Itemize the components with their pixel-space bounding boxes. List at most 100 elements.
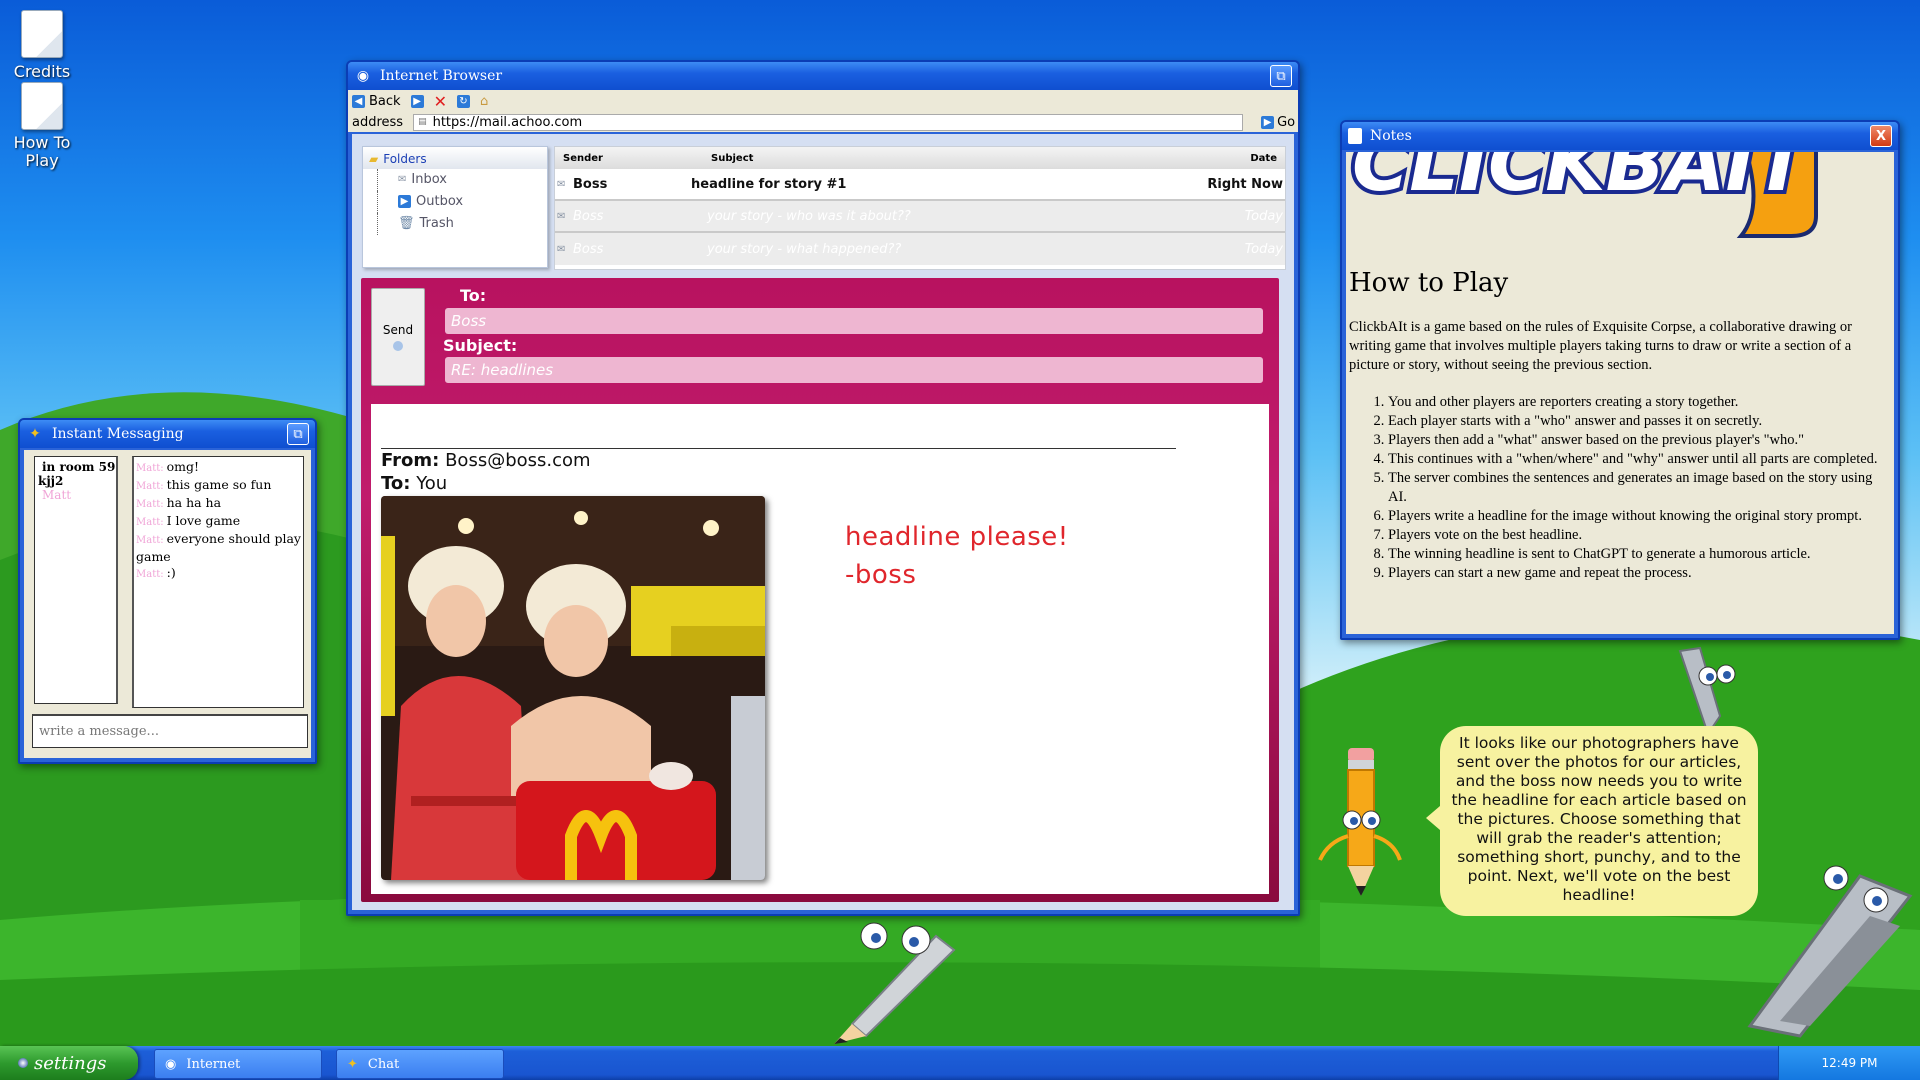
im-window: ✦ Instant Messaging ⧉ in room 59 kjj2 Ma…: [18, 418, 317, 764]
document-icon: [21, 82, 63, 130]
mail-row[interactable]: ✉ Boss headline for story #1 Right Now: [555, 169, 1285, 201]
home-button[interactable]: ⌂: [480, 94, 488, 109]
browser-toolbar: ◀ Back ▶ ✕ ↻ ⌂: [348, 90, 1298, 112]
from-label: From:: [381, 450, 440, 471]
go-label: Go: [1277, 114, 1296, 130]
mail-row[interactable]: ✉ Boss your story - what happened?? Toda…: [555, 233, 1285, 265]
folder-label: Trash: [419, 216, 454, 231]
to-line-value: You: [416, 473, 448, 494]
notes-window: Notes X CLICKBAIT How to Play ClickbAIt …: [1340, 120, 1900, 640]
chat-nick: Matt:: [136, 499, 164, 510]
message-input[interactable]: write a message...: [32, 714, 308, 748]
desktop-icon-label: Credits: [13, 62, 71, 81]
clickbait-logo: CLICKBAIT: [1346, 152, 1894, 244]
chat-nick: Matt:: [136, 517, 164, 528]
reply-divider: [381, 448, 1176, 449]
stapler-mascot-bottom: [1747, 865, 1913, 1038]
rule-item: The server combines the sentences and ge…: [1388, 469, 1888, 507]
assistant-speech-bubble: It looks like our photographers have sen…: [1426, 726, 1758, 916]
rule-item: This continues with a "when/where" and "…: [1388, 450, 1888, 469]
folder-outbox[interactable]: ▶ Outbox: [377, 191, 547, 213]
start-button[interactable]: settings: [0, 1046, 138, 1080]
notes-intro: ClickbAIt is a game based on the rules o…: [1349, 319, 1852, 373]
room-roster: in room 59 kjj2 Matt: [34, 456, 118, 704]
mail-date: Right Now: [1207, 176, 1283, 192]
notepad-icon: [1348, 128, 1362, 144]
chat-nick: Matt:: [136, 569, 164, 580]
stop-icon: ✕: [433, 91, 447, 111]
go-arrow-icon: ▶: [1261, 115, 1275, 129]
mail-row[interactable]: ✉ Boss your story - who was it about?? T…: [555, 201, 1285, 233]
handwritten-note-line: headline please!: [845, 522, 1069, 552]
desktop-icon-label: How To Play: [13, 133, 71, 170]
subject-field[interactable]: RE: headlines: [445, 357, 1263, 383]
system-tray: 12:49 PM: [1778, 1046, 1920, 1080]
taskbar-chat[interactable]: ✦ Chat: [336, 1049, 504, 1079]
send-button[interactable]: Send: [371, 288, 425, 386]
im-body: in room 59 kjj2 Matt Matt: omg! Matt: this…: [24, 450, 311, 758]
column-subject[interactable]: Subject: [711, 153, 753, 164]
roster-user[interactable]: Matt: [38, 488, 116, 502]
message-body[interactable]: From: Boss@boss.com To: You headline ple…: [371, 404, 1269, 894]
stop-button[interactable]: ✕: [434, 92, 447, 111]
forward-button[interactable]: ▶: [410, 94, 424, 108]
clock[interactable]: 12:49 PM: [1822, 1056, 1878, 1070]
to-label: To:: [460, 286, 487, 305]
column-date[interactable]: Date: [1250, 153, 1277, 164]
close-label: X: [1875, 128, 1887, 144]
mail-list: Sender Subject Date ✉ Boss headline for …: [554, 146, 1286, 270]
address-input[interactable]: ▤ https://mail.achoo.com: [413, 113, 1244, 131]
close-button[interactable]: X: [1870, 125, 1892, 147]
chat-nick: Matt:: [136, 463, 164, 474]
folder-inbox[interactable]: ✉ Inbox: [377, 169, 547, 191]
loading-icon: [393, 341, 403, 351]
maximize-button[interactable]: ⧉: [287, 423, 309, 445]
to-field[interactable]: Boss: [445, 308, 1263, 334]
maximize-button[interactable]: ⧉: [1270, 65, 1292, 87]
room-label: in room 59: [42, 460, 116, 474]
trash-icon: 🗑: [398, 216, 415, 231]
mail-list-header: Sender Subject Date: [555, 147, 1285, 169]
rules-list: You and other players are reporters crea…: [1388, 393, 1888, 583]
chat-message: Matt: ha ha ha: [136, 495, 301, 513]
go-button[interactable]: ▶ Go: [1261, 115, 1295, 130]
notes-titlebar[interactable]: Notes X: [1342, 122, 1898, 150]
chat-message: Matt: I love game: [136, 513, 301, 531]
desktop-icon-credits[interactable]: Credits: [0, 10, 84, 81]
chat-text: this game so fun: [166, 477, 272, 492]
envelope-icon: ✉: [557, 178, 566, 190]
chat-message: Matt: everyone should play game: [136, 531, 301, 565]
subject-label: Subject:: [443, 336, 518, 355]
chat-message: Matt::): [136, 565, 301, 583]
folders-header[interactable]: ▰ Folders: [363, 147, 547, 169]
from-line: From: Boss@boss.com: [381, 450, 591, 471]
folder-trash[interactable]: 🗑 Trash: [377, 213, 547, 235]
notes-heading: How to Play: [1349, 268, 1509, 298]
rule-item: Each player starts with a "who" answer a…: [1388, 412, 1888, 431]
back-button[interactable]: ◀ Back: [352, 94, 401, 109]
window-title: Notes: [1370, 128, 1412, 144]
mail-app: ▰ Folders ✉ Inbox ▶ Outbox 🗑 Trash Sende…: [352, 134, 1294, 910]
im-titlebar[interactable]: ✦ Instant Messaging ⧉: [20, 420, 315, 448]
chat-text: omg!: [166, 459, 200, 474]
mail-sender: Boss: [573, 241, 604, 257]
folder-icon: ▰: [369, 152, 379, 166]
rule-item: The winning headline is sent to ChatGPT …: [1388, 545, 1888, 564]
address-bar: address ▤ https://mail.achoo.com ▶ Go: [348, 112, 1298, 132]
roster-user[interactable]: kjj2: [38, 474, 116, 488]
browser-titlebar[interactable]: ◉ Internet Browser ⧉: [348, 62, 1298, 90]
running-man-icon: ✦: [29, 426, 41, 442]
mail-sender: Boss: [573, 176, 608, 192]
pencil-mascot: [1318, 748, 1402, 896]
taskbar-internet[interactable]: ◉ Internet: [154, 1049, 322, 1079]
refresh-button[interactable]: ↻: [456, 94, 470, 108]
column-sender[interactable]: Sender: [563, 153, 603, 164]
desktop-icon-how-to-play[interactable]: How To Play: [0, 82, 84, 170]
to-value: Boss: [451, 312, 487, 330]
rule-item: You and other players are reporters crea…: [1388, 393, 1888, 412]
taskbar: settings ◉ Internet ✦ Chat 12:49 PM: [0, 1046, 1920, 1080]
forward-arrow-icon: ▶: [410, 94, 424, 108]
mail-date: Today: [1244, 208, 1283, 224]
running-man-icon: ✦: [347, 1056, 358, 1072]
chat-text: ha ha ha: [166, 495, 222, 510]
